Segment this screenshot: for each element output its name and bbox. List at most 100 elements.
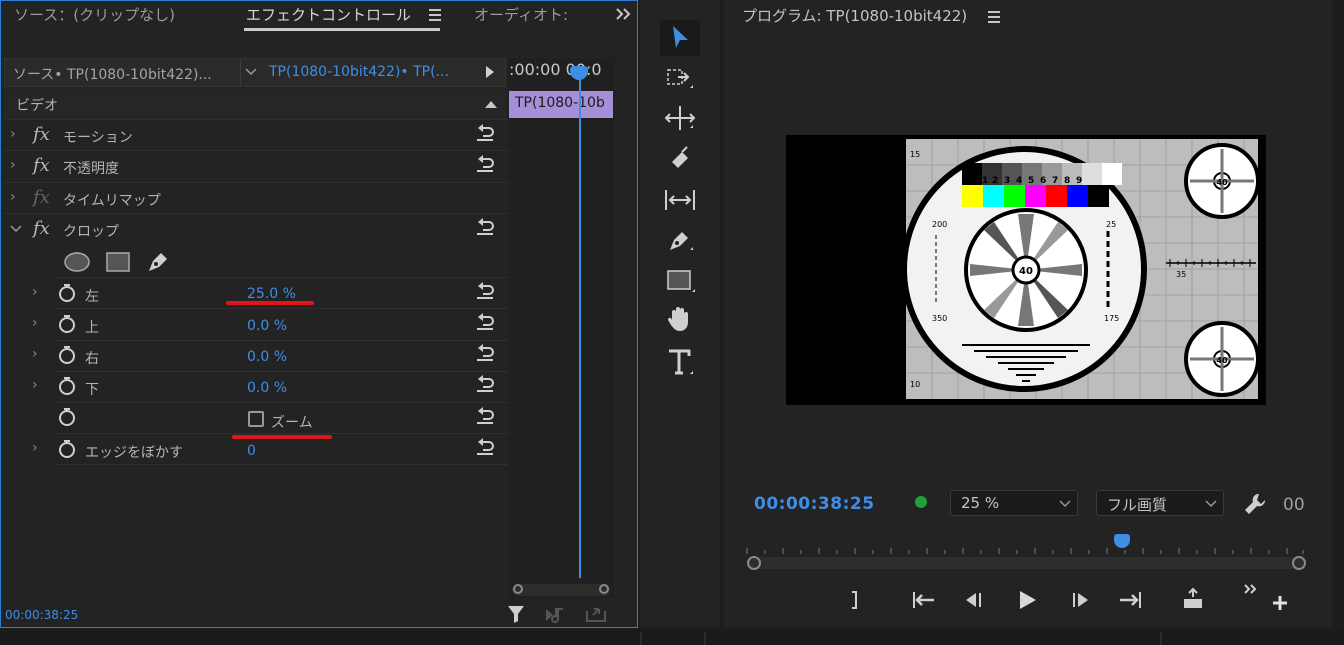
mini-timeline[interactable]	[508, 58, 614, 598]
crop-bottom-value[interactable]: 0.0 %	[247, 380, 287, 396]
zoom-label: ズーム	[271, 415, 313, 431]
type-tool[interactable]	[660, 344, 700, 380]
tab-audio[interactable]: オーディオト:	[474, 4, 578, 25]
zoom-handle-left[interactable]	[747, 556, 761, 570]
slip-tool[interactable]	[660, 182, 700, 218]
stopwatch-icon[interactable]	[57, 283, 77, 303]
tab-source[interactable]: ソース：(クリップなし)	[14, 4, 175, 25]
step-back-button[interactable]	[958, 585, 988, 615]
play-triangle-icon[interactable]	[485, 65, 495, 79]
expand-chevron-icon[interactable]: ›	[32, 315, 38, 331]
wrench-settings-icon[interactable]	[1243, 492, 1267, 516]
reset-icon[interactable]	[475, 218, 495, 236]
expand-chevron-icon[interactable]: ›	[10, 157, 16, 173]
panel-menu-icon[interactable]	[987, 10, 1001, 24]
chevron-down-icon[interactable]	[245, 67, 257, 77]
selection-tool[interactable]	[660, 20, 700, 56]
rectangle-mask-icon[interactable]	[105, 251, 131, 273]
video-section-header: ビデオ	[4, 89, 506, 119]
stopwatch-icon[interactable]	[57, 407, 77, 427]
expand-chevron-down-icon[interactable]	[10, 224, 22, 234]
fx-icon[interactable]: fx	[33, 218, 50, 239]
pen-tool[interactable]	[660, 222, 700, 258]
zoom-handle-right[interactable]	[1292, 556, 1306, 570]
resolution-label-350: 350	[932, 314, 947, 323]
filter-icon[interactable]	[506, 604, 526, 624]
expand-chevron-icon[interactable]: ›	[32, 284, 38, 300]
more-controls-chevron-icon[interactable]	[1243, 583, 1259, 595]
step-forward-button[interactable]	[1066, 585, 1096, 615]
go-to-out-button[interactable]	[1116, 585, 1146, 615]
stopwatch-icon[interactable]	[57, 314, 77, 334]
program-title[interactable]: プログラム: TP(1080-10bit422)	[742, 5, 967, 26]
export-frame-icon	[585, 605, 607, 623]
button-editor-plus-icon[interactable]	[1272, 595, 1288, 611]
crop-bottom-label: 下	[85, 382, 99, 398]
reset-icon[interactable]	[475, 407, 495, 425]
export-frame-button[interactable]	[1178, 585, 1208, 615]
track-select-tool[interactable]	[660, 60, 700, 96]
gray-step-4: 4	[1016, 176, 1022, 186]
ellipse-mask-icon[interactable]	[63, 251, 91, 273]
crop-right-value[interactable]: 0.0 %	[247, 349, 287, 365]
scroll-handle-left[interactable]	[513, 584, 523, 594]
stopwatch-icon[interactable]	[57, 376, 77, 396]
razor-tool[interactable]	[660, 140, 700, 176]
expand-chevron-icon[interactable]: ›	[32, 377, 38, 393]
expand-chevron-icon[interactable]: ›	[32, 346, 38, 362]
divider	[640, 632, 642, 645]
reset-icon[interactable]	[475, 438, 495, 456]
reset-icon[interactable]	[475, 313, 495, 331]
collapse-up-icon[interactable]	[484, 99, 498, 109]
ripple-edit-tool[interactable]	[660, 100, 700, 136]
active-tab-indicator	[244, 28, 440, 31]
zoom-level-select[interactable]: 25 %	[950, 490, 1078, 516]
pen-mask-icon[interactable]	[145, 249, 171, 275]
gray-step-0: 0	[964, 176, 970, 186]
sequence-clip-label[interactable]: TP(1080-10bit422)• TP(...	[269, 64, 449, 80]
reset-icon[interactable]	[475, 124, 495, 142]
hand-tool[interactable]	[660, 302, 700, 338]
timeline-clip[interactable]: TP(1080-10b	[509, 91, 613, 118]
mark-out-button[interactable]	[840, 585, 870, 615]
resolution-label-200: 200	[932, 220, 947, 229]
play-button[interactable]	[1012, 585, 1042, 615]
reset-icon[interactable]	[475, 282, 495, 300]
fx-icon[interactable]: fx	[33, 124, 50, 145]
reset-icon[interactable]	[475, 344, 495, 362]
stopwatch-icon[interactable]	[57, 345, 77, 365]
duration-timecode: 00	[1283, 495, 1305, 515]
test-pattern-image: 0 1 2 3 4 5 6 7 8 9 40 200 350 175 25 15…	[786, 135, 1266, 405]
playback-resolution-select[interactable]: フル画質	[1096, 490, 1224, 516]
overflow-chevron-icon[interactable]	[615, 7, 633, 21]
program-video-frame[interactable]: 0 1 2 3 4 5 6 7 8 9 40 200 350 175 25 15…	[786, 135, 1266, 405]
expand-chevron-icon[interactable]: ›	[32, 440, 38, 456]
stopwatch-icon[interactable]	[57, 439, 77, 459]
zoom-scrollbar[interactable]	[748, 557, 1306, 569]
tab-effect-controls[interactable]: エフェクトコントロール	[246, 4, 411, 25]
crop-right-label: 右	[85, 351, 99, 367]
scale-label-35: 35	[1176, 270, 1186, 279]
reset-icon[interactable]	[475, 375, 495, 393]
go-to-in-button[interactable]	[908, 585, 938, 615]
zoom-checkbox[interactable]	[248, 411, 264, 427]
expand-chevron-icon[interactable]: ›	[10, 189, 16, 205]
divider	[240, 59, 241, 86]
bottom-panel-strip	[0, 630, 1344, 645]
playhead-timecode[interactable]: 00:00:38:25	[754, 494, 875, 514]
rectangle-tool[interactable]	[660, 262, 700, 298]
chevron-down-icon	[1205, 499, 1217, 509]
fx-icon[interactable]: fx	[33, 155, 50, 176]
source-clip-label[interactable]: ソース• TP(1080-10bit422)...	[13, 64, 212, 84]
playback-resolution-value: フル画質	[1107, 496, 1168, 514]
timeline-zoom-scrollbar[interactable]	[512, 584, 610, 596]
scroll-handle-right[interactable]	[599, 584, 609, 594]
feather-edges-value[interactable]: 0	[247, 443, 256, 459]
crop-top-value[interactable]: 0.0 %	[247, 318, 287, 334]
time-ruler[interactable]	[745, 538, 1305, 554]
crop-left-value[interactable]: 25.0 %	[247, 286, 296, 302]
expand-chevron-icon[interactable]: ›	[10, 126, 16, 142]
annotation-underline	[226, 301, 314, 305]
panel-menu-icon[interactable]	[428, 8, 442, 22]
reset-icon[interactable]	[475, 155, 495, 173]
